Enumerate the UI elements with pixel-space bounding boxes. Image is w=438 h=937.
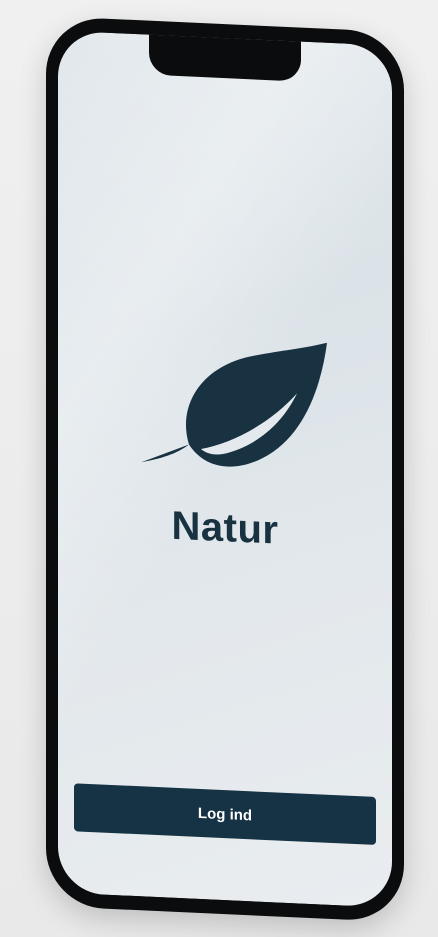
mockup-stage: Natur Log ind bbox=[0, 0, 438, 937]
phone-notch bbox=[149, 32, 301, 82]
app-screen: Natur Log ind bbox=[58, 30, 392, 908]
phone-frame: Natur Log ind bbox=[46, 16, 404, 923]
login-button[interactable]: Log ind bbox=[74, 783, 376, 845]
leaf-icon bbox=[141, 342, 327, 467]
app-title: Natur bbox=[171, 503, 279, 553]
brand-block: Natur bbox=[58, 331, 392, 559]
